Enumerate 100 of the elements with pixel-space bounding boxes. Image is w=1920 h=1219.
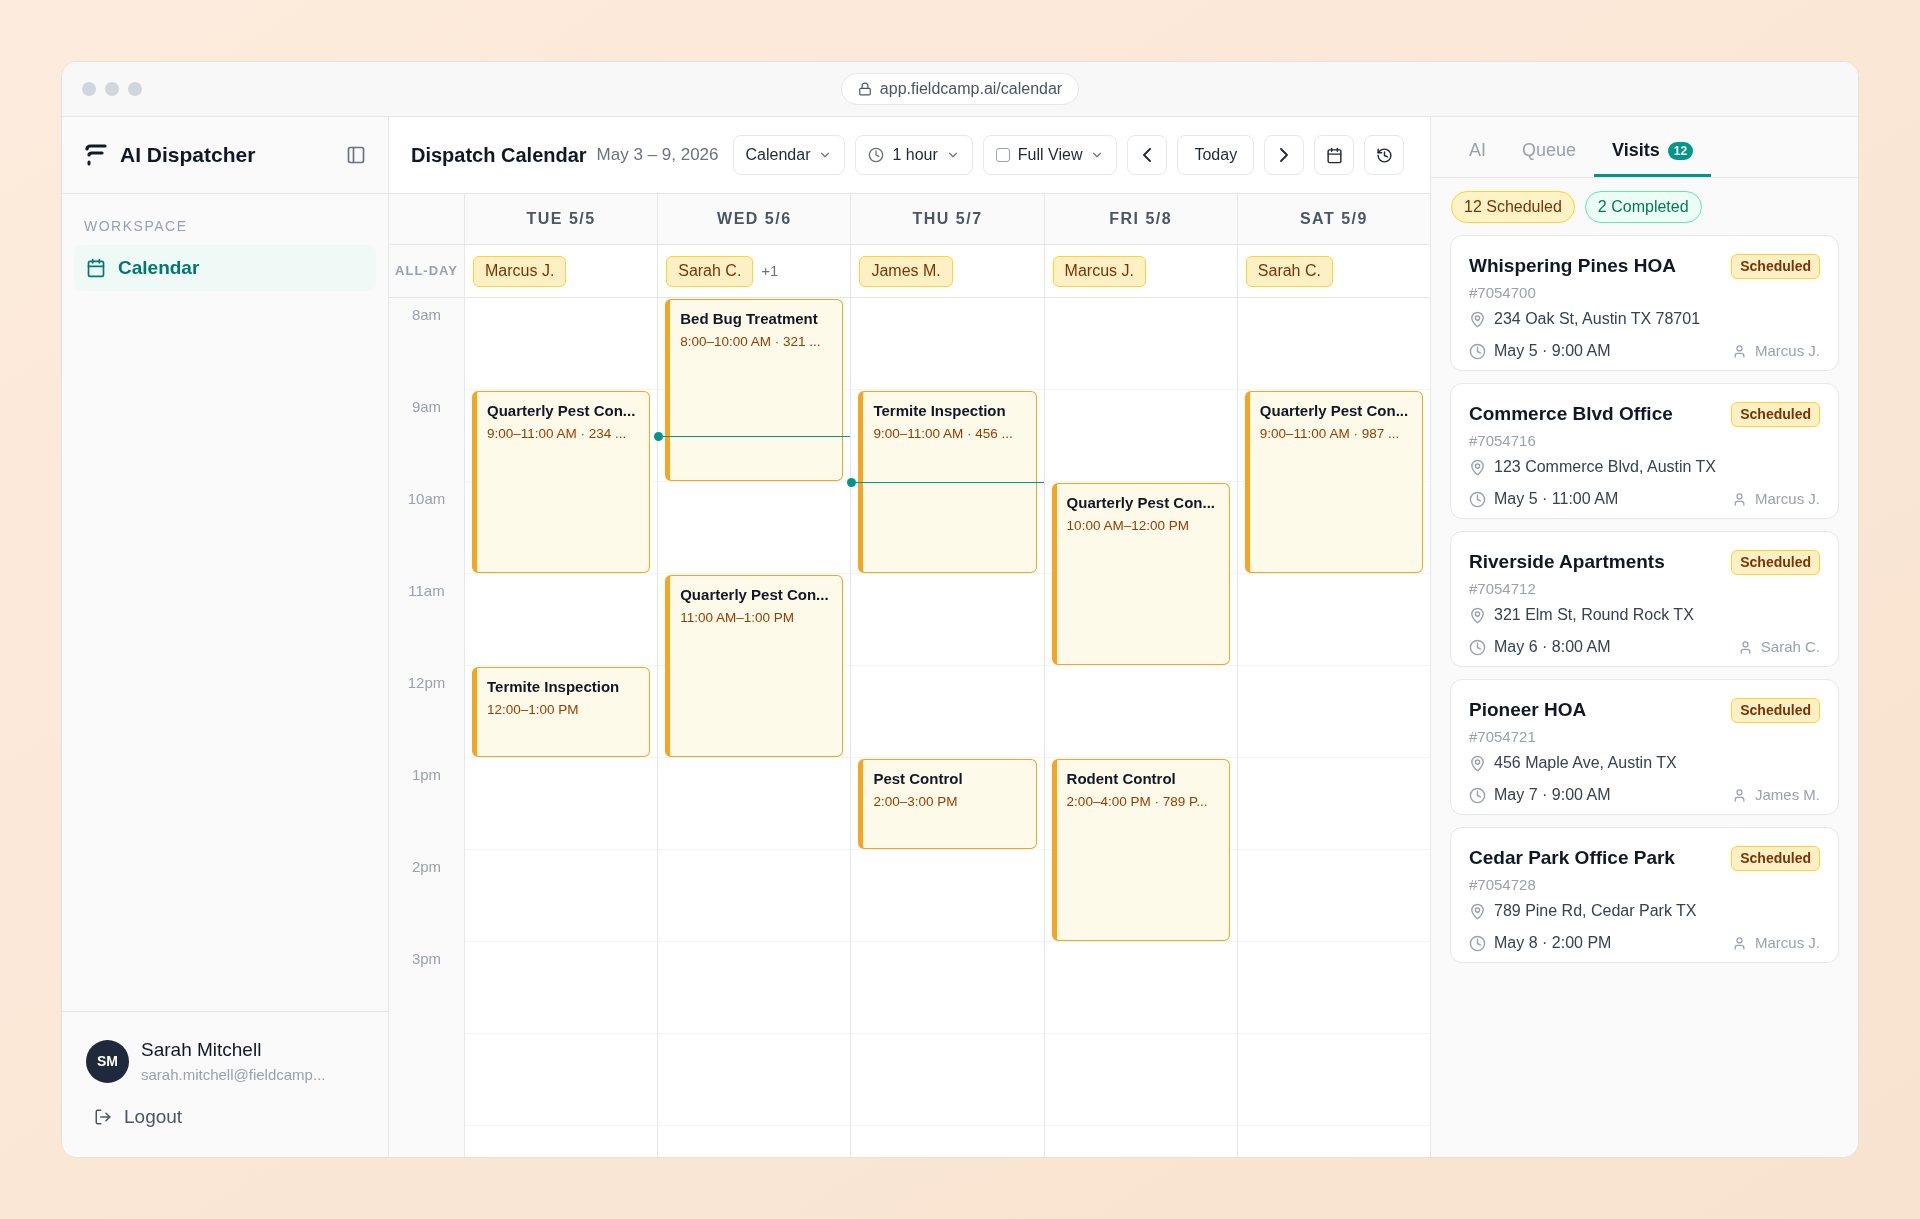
- more-count[interactable]: +1: [761, 259, 779, 283]
- previous-button[interactable]: [1127, 135, 1168, 175]
- hour-label: 3pm: [411, 949, 442, 969]
- location-pin-icon: [1469, 458, 1486, 476]
- visit-card[interactable]: Pioneer HOA Scheduled #7054721 456 Maple Ave, Austin TX May 7 · 9:00 AM James M.: [1450, 679, 1839, 815]
- technician-tag[interactable]: Marcus J.: [1052, 255, 1146, 287]
- event-time: 2:00–3:00 PM: [873, 792, 959, 811]
- person-icon: [1732, 343, 1747, 359]
- user-name: Sarah Mitchell: [141, 1037, 263, 1062]
- event-title: Quarterly Pest Con...: [487, 401, 637, 421]
- visit-id: #7054728: [1469, 874, 1537, 895]
- all-day-label: ALL-DAY: [395, 262, 458, 281]
- visit-id: #7054721: [1469, 726, 1537, 747]
- clock-icon: [1469, 342, 1486, 360]
- address-bar[interactable]: app.fieldcamp.ai/calendar: [840, 73, 1080, 105]
- calendar-button[interactable]: [1314, 135, 1355, 175]
- visit-address: 321 Elm St, Round Rock TX: [1494, 605, 1694, 625]
- event-card[interactable]: Termite Inspection 9:00–11:00 AM · 456 ...: [858, 391, 1037, 573]
- sidebar-toggle-icon[interactable]: [346, 145, 366, 165]
- event-card[interactable]: Quarterly Pest Con... 10:00 AM–12:00 PM: [1051, 483, 1230, 665]
- location-pin-icon: [1469, 754, 1486, 772]
- visit-technician: James M.: [1755, 784, 1820, 805]
- event-time: 10:00 AM–12:00 PM: [1066, 516, 1190, 535]
- person-icon: [1732, 787, 1747, 803]
- hour-label: 9am: [411, 397, 442, 417]
- event-time: 9:00–11:00 AM · 456 ...: [873, 424, 1014, 443]
- next-button[interactable]: [1264, 135, 1305, 175]
- status-badge: Scheduled: [1731, 549, 1820, 575]
- page-title: Dispatch Calendar: [411, 143, 587, 168]
- technician-tag[interactable]: Sarah C.: [666, 255, 754, 287]
- hour-label: 10am: [407, 489, 446, 509]
- person-icon: [1732, 935, 1747, 951]
- filter-chip[interactable]: 12 Scheduled: [1451, 191, 1575, 223]
- visit-id: #7054712: [1469, 578, 1537, 599]
- person-icon: [1732, 491, 1747, 507]
- visit-address: 234 Oak St, Austin TX 78701: [1494, 309, 1701, 329]
- day-header: WED 5/6: [717, 209, 792, 229]
- count-badge: 12: [1667, 141, 1694, 160]
- event-title: Quarterly Pest Con...: [1066, 493, 1216, 513]
- visit-time: May 8 · 2:00 PM: [1494, 933, 1613, 953]
- interval-dropdown[interactable]: 1 hour: [855, 135, 973, 175]
- visit-address: 456 Maple Ave, Austin TX: [1494, 753, 1677, 773]
- day-header: SAT 5/9: [1299, 209, 1368, 229]
- hour-label: 12pm: [407, 673, 446, 693]
- full-view-dropdown[interactable]: Full View: [982, 135, 1118, 175]
- event-card[interactable]: Quarterly Pest Con... 9:00–11:00 AM · 234 ...: [472, 391, 651, 573]
- hour-label: 8am: [411, 305, 442, 325]
- technician-tag[interactable]: James M.: [859, 255, 953, 287]
- nav-item[interactable]: Calendar: [74, 245, 376, 291]
- today-button[interactable]: Today: [1177, 135, 1255, 175]
- event-card[interactable]: Pest Control 2:00–3:00 PM: [858, 759, 1037, 849]
- hour-label: 2pm: [411, 857, 442, 877]
- day-header: TUE 5/5: [526, 209, 596, 229]
- visit-card[interactable]: Riverside Apartments Scheduled #7054712 321 Elm St, Round Rock TX May 6 · 8:00 AM Sarah C.: [1450, 531, 1839, 667]
- filter-chip[interactable]: 2 Completed: [1584, 191, 1702, 223]
- event-card[interactable]: Rodent Control 2:00–4:00 PM · 789 P...: [1051, 759, 1230, 941]
- visit-card[interactable]: Cedar Park Office Park Scheduled #7054728 789 Pine Rd, Cedar Park TX May 8 · 2:00 PM Marcus J.: [1450, 827, 1839, 963]
- event-title: Pest Control: [873, 769, 964, 789]
- checkbox[interactable]: [995, 148, 1010, 162]
- app-name: AI Dispatcher: [120, 142, 257, 169]
- logout-button[interactable]: Logout: [86, 1102, 364, 1131]
- visit-name: Cedar Park Office Park: [1469, 846, 1675, 870]
- day-header: THU 5/7: [912, 209, 983, 229]
- section-label: WORKSPACE: [83, 217, 189, 236]
- person-icon: [1737, 639, 1753, 655]
- logo-icon: [84, 143, 108, 167]
- technician-tag[interactable]: Marcus J.: [473, 255, 567, 287]
- visit-id: #7054716: [1469, 430, 1537, 451]
- calendar-icon: [1325, 146, 1343, 164]
- day-header: FRI 5/8: [1109, 209, 1173, 229]
- view-dropdown[interactable]: Calendar: [732, 135, 846, 175]
- clock-icon: [868, 147, 885, 163]
- hour-label: 1pm: [411, 765, 442, 785]
- technician-tag[interactable]: Sarah C.: [1245, 255, 1333, 287]
- visit-time: May 6 · 8:00 AM: [1494, 637, 1612, 657]
- visit-name: Whispering Pines HOA: [1469, 254, 1676, 278]
- history-button[interactable]: [1364, 135, 1405, 175]
- event-title: Termite Inspection: [873, 401, 1007, 421]
- event-card[interactable]: Bed Bug Treatment 8:00–10:00 AM · 321 ...: [665, 299, 844, 481]
- visit-id: #7054700: [1469, 282, 1537, 303]
- chevron-left-icon: [1143, 148, 1152, 162]
- visit-name: Riverside Apartments: [1469, 550, 1665, 574]
- clock-icon: [1469, 490, 1486, 508]
- visit-card[interactable]: Whispering Pines HOA Scheduled #7054700 234 Oak St, Austin TX 78701 May 5 · 9:00 AM Marcus J.: [1450, 235, 1839, 371]
- event-card[interactable]: Quarterly Pest Con... 11:00 AM–1:00 PM: [665, 575, 844, 757]
- visit-time: May 5 · 9:00 AM: [1494, 341, 1612, 361]
- event-card[interactable]: Quarterly Pest Con... 9:00–11:00 AM · 987 ...: [1244, 391, 1423, 573]
- event-card[interactable]: Termite Inspection 12:00–1:00 PM: [472, 667, 651, 757]
- event-title: Quarterly Pest Con...: [1259, 401, 1410, 421]
- hour-label: 11am: [408, 581, 445, 601]
- panel-tab[interactable]: Visits 12: [1594, 117, 1712, 177]
- clock-icon: [1469, 786, 1486, 804]
- visit-card[interactable]: Commerce Blvd Office Scheduled #7054716 123 Commerce Blvd, Austin TX May 5 · 11:00 AM Marcus J.: [1450, 383, 1839, 519]
- status-badge: Scheduled: [1731, 401, 1820, 427]
- status-badge: Scheduled: [1731, 253, 1820, 279]
- event-title: Rodent Control: [1066, 769, 1177, 789]
- status-badge: Scheduled: [1731, 845, 1820, 871]
- date-range: May 3 – 9, 2026: [596, 144, 719, 167]
- visit-time: May 5 · 11:00 AM: [1494, 489, 1620, 509]
- event-title: Bed Bug Treatment: [680, 309, 819, 329]
